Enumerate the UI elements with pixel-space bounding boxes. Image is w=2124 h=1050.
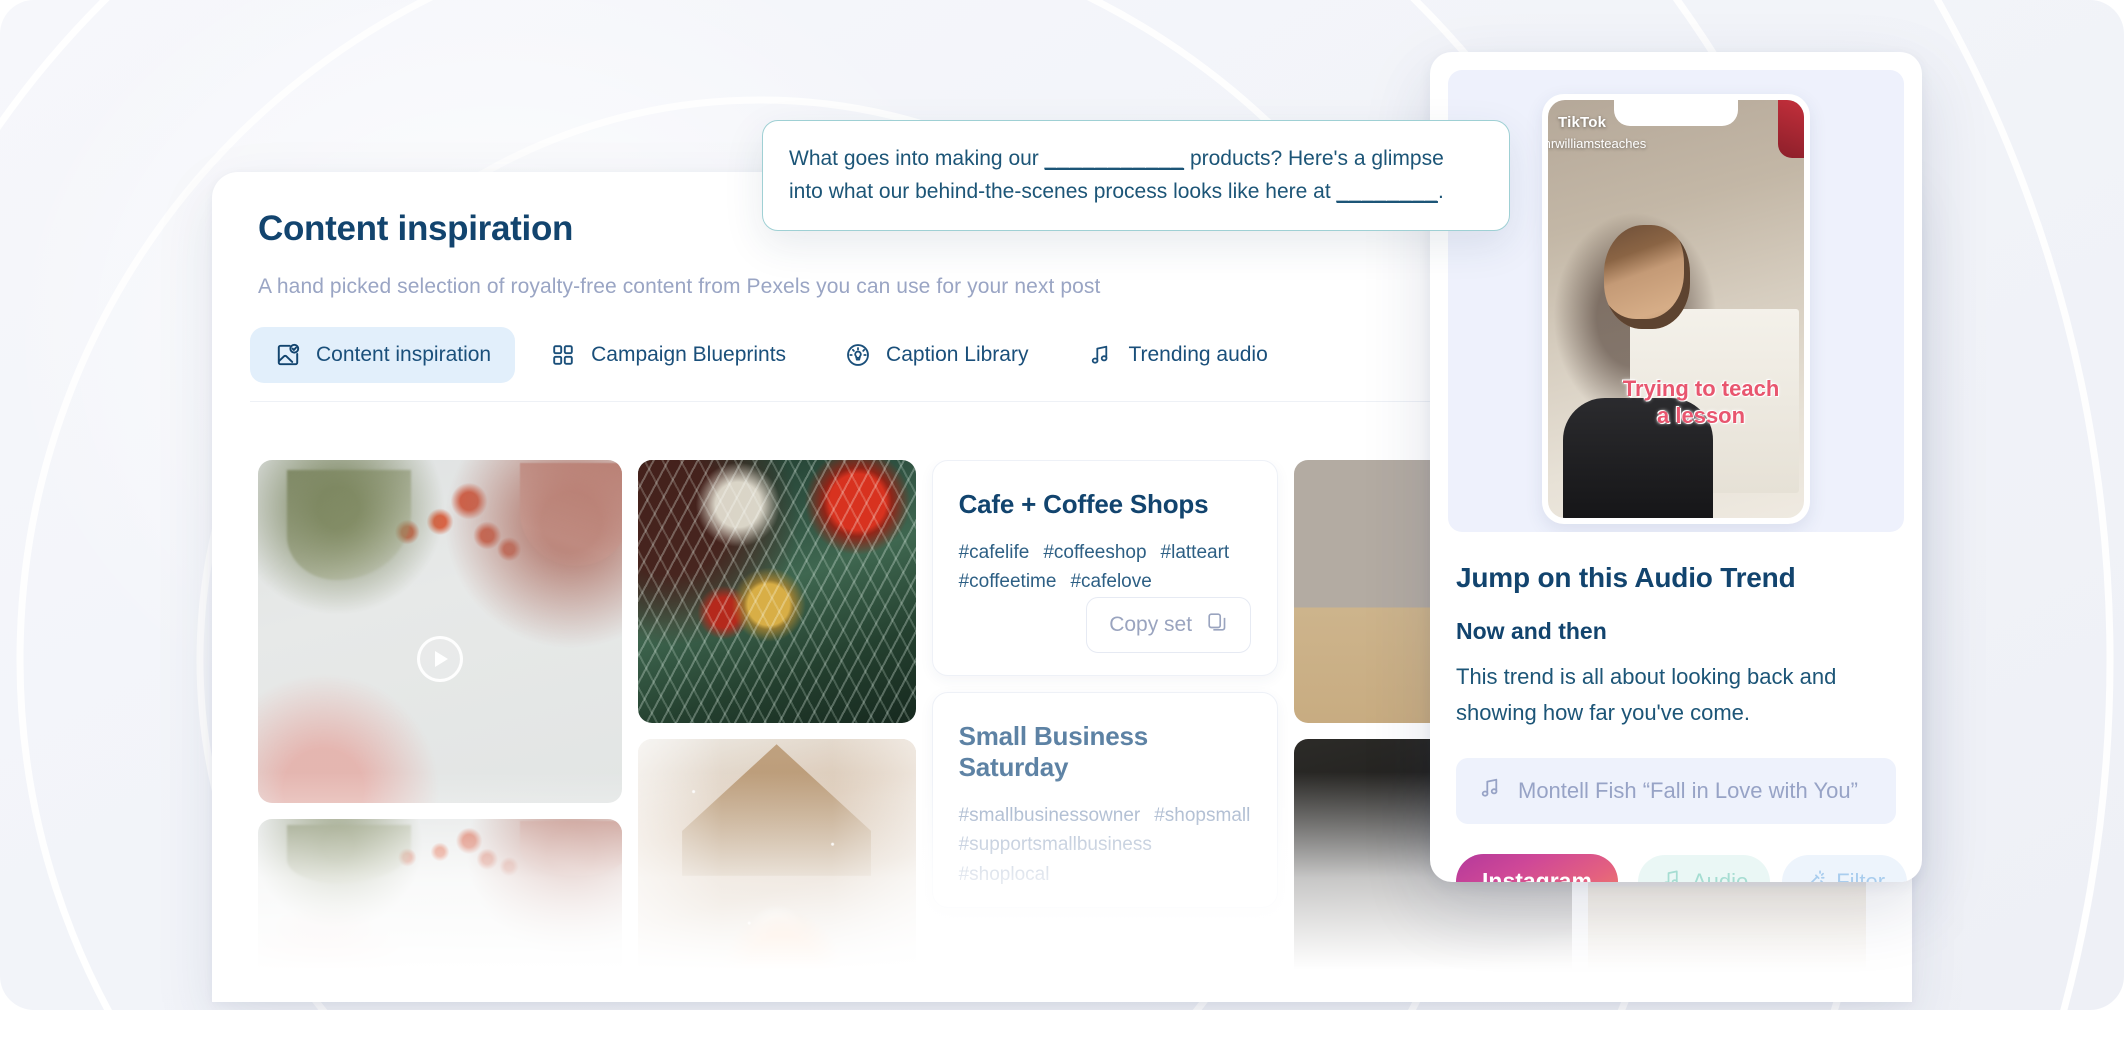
- grid-icon: [549, 341, 577, 369]
- filter-button-label: Filter: [1836, 868, 1886, 882]
- magic-wand-icon: [1804, 868, 1826, 882]
- screenshot-root: Content inspiration A hand picked select…: [0, 0, 2124, 1050]
- music-note-icon: [1660, 868, 1682, 882]
- hashtag: #shoplocal: [958, 863, 1050, 885]
- prompt-blank-2: ________: [1336, 179, 1438, 203]
- video-caption-line-1: Trying to teach: [1622, 375, 1780, 401]
- prompt-part-3: our behind-the-scenes process looks like…: [878, 179, 1337, 203]
- hashtag: #coffeetime: [958, 571, 1057, 593]
- tab-label: Campaign Blueprints: [591, 342, 787, 366]
- copy-set-button[interactable]: Copy set: [1086, 597, 1252, 653]
- tiktok-video-preview[interactable]: TikTok mrwilliamsteaches Trying to teach…: [1548, 100, 1804, 518]
- hashtag: #shopsmall: [1154, 805, 1251, 826]
- caption-set-tags: #smallbusinessowner #shopsmall #supports…: [959, 801, 1252, 889]
- photo-christmas-ornaments: [637, 460, 916, 723]
- prompt-part-1: What goes into making our: [789, 147, 1045, 170]
- instagram-button[interactable]: Instagram: [1456, 854, 1618, 882]
- audio-track-name: Montell Fish “Fall in Love with You”: [1518, 778, 1858, 804]
- tab-caption-library[interactable]: Caption Library: [820, 327, 1052, 383]
- media-tile-winter-bottom[interactable]: [258, 819, 622, 1002]
- photo-snow-cabin: [637, 739, 916, 1002]
- caption-set-title: Small Business Saturday: [958, 721, 1149, 782]
- lightbulb-icon: [844, 341, 872, 369]
- gallery-column-2: [637, 460, 916, 1002]
- media-tile-ornaments[interactable]: [637, 460, 916, 723]
- hashtag: #cafelove: [1070, 571, 1152, 593]
- hashtag: #coffeeshop: [1043, 542, 1147, 563]
- tab-content-inspiration[interactable]: Content inspiration: [250, 326, 516, 383]
- tiktok-platform-label: TikTok: [1558, 114, 1607, 131]
- video-person-head: [1604, 225, 1691, 330]
- trend-description: This trend is all about looking back and…: [1456, 664, 1837, 725]
- phone-notch: [1614, 100, 1738, 126]
- photo-winter-foliage: [258, 819, 622, 1002]
- trend-details: Jump on this Audio Trend Now and then Th…: [1448, 532, 1908, 882]
- audio-button-label: Audio: [1691, 868, 1749, 882]
- video-red-accent: [1778, 100, 1804, 158]
- filter-button[interactable]: Filter: [1782, 854, 1908, 882]
- app-viewport: Content inspiration A hand picked select…: [0, 0, 2124, 1010]
- caption-prompt-text: What goes into making our ___________ pr…: [789, 143, 1483, 208]
- hashtag: #supportsmallbusiness: [958, 834, 1152, 856]
- audio-button[interactable]: Audio: [1637, 854, 1771, 882]
- music-note-icon: [1478, 776, 1502, 806]
- tab-label: Content inspiration: [316, 342, 492, 366]
- caption-prompt-bubble: What goes into making our ___________ pr…: [762, 120, 1510, 232]
- trend-title: Jump on this Audio Trend: [1456, 562, 1796, 593]
- audio-track-pill[interactable]: Montell Fish “Fall in Love with You”: [1456, 758, 1896, 825]
- caption-set-tags: #cafelife #coffeeshop #latteart #coffeet…: [959, 538, 1252, 597]
- hashtag: #latteart: [1160, 542, 1230, 563]
- video-caption-line-2: a lesson: [1657, 402, 1746, 428]
- photo-winter-berries: [258, 460, 622, 804]
- phone-preview-stage: TikTok mrwilliamsteaches Trying to teach…: [1448, 70, 1904, 532]
- caption-set-card-cafe[interactable]: Cafe + Coffee Shops #cafelife #coffeesho…: [931, 460, 1279, 676]
- hashtag: #cafelife: [958, 542, 1030, 563]
- caption-set-title: Cafe + Coffee Shops: [958, 489, 1209, 519]
- tiktok-username: mrwilliamsteaches: [1548, 136, 1647, 151]
- prompt-blank-1: ___________: [1044, 147, 1185, 170]
- media-tile-winter-flatlay[interactable]: [258, 460, 622, 804]
- gallery-column-3: Cafe + Coffee Shops #cafelife #coffeesho…: [931, 460, 1279, 1002]
- video-caption-overlay: Trying to teach a lesson: [1623, 376, 1779, 430]
- copy-icon: [1206, 611, 1228, 639]
- hashtag: #smallbusinessowner: [958, 805, 1141, 826]
- image-check-icon: [274, 341, 302, 369]
- play-icon[interactable]: [416, 636, 463, 683]
- tab-label: Trending audio: [1128, 342, 1268, 366]
- caption-set-card-small-business[interactable]: Small Business Saturday #smallbusinessow…: [931, 692, 1279, 908]
- tab-campaign-blueprints[interactable]: Campaign Blueprints: [525, 327, 810, 383]
- media-tile-cabin[interactable]: [637, 739, 916, 1002]
- trend-subtitle: Now and then: [1456, 618, 1607, 644]
- music-note-icon: [1086, 341, 1114, 369]
- tab-trending-audio[interactable]: Trending audio: [1062, 327, 1291, 383]
- phone-frame: TikTok mrwilliamsteaches Trying to teach…: [1542, 94, 1810, 524]
- gallery-column-1: [258, 460, 622, 1002]
- prompt-part-4: .: [1437, 179, 1444, 203]
- trend-action-bar: Instagram Audio Filter: [1456, 854, 1908, 882]
- copy-set-label: Copy set: [1109, 613, 1193, 636]
- tab-label: Caption Library: [886, 342, 1029, 366]
